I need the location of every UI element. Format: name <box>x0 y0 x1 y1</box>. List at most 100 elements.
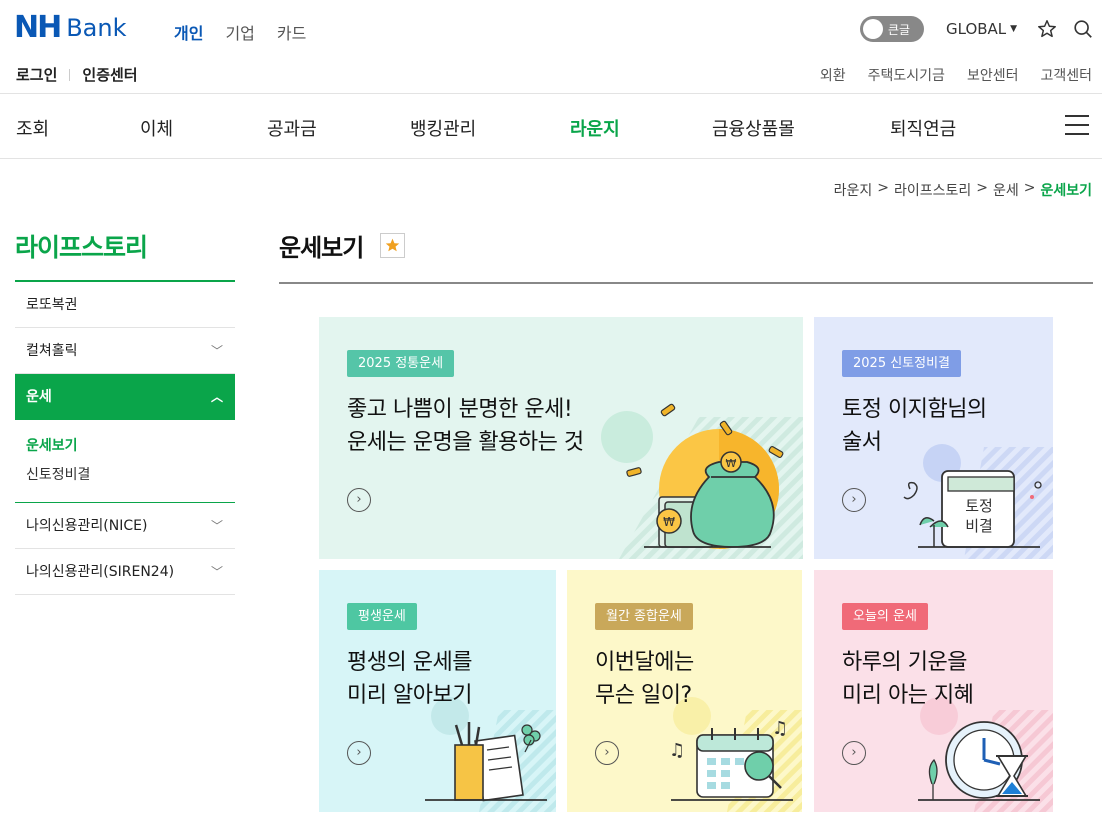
card-lifetime-fortune[interactable]: 평생운세 평생의 운세를 미리 알아보기 › <box>319 570 556 812</box>
lnb-sub-tojeong[interactable]: 신토정비결 <box>26 461 235 490</box>
card-line: 하루의 기운을 <box>842 650 967 675</box>
card-text: 좋고 나쁨이 분명한 운세! 운세는 운명을 활용하는 것 <box>347 393 584 459</box>
card-text: 이번달에는 무슨 일이? <box>595 646 694 712</box>
lnb-item-lotto[interactable]: 로또복권 <box>15 282 235 328</box>
svg-text:₩: ₩ <box>726 457 737 470</box>
svg-text:₩: ₩ <box>663 515 675 529</box>
lnb-item-label: 나의신용관리(NICE) <box>26 518 148 534</box>
large-text-label: 큰글 <box>888 23 911 37</box>
card-badge: 오늘의 운세 <box>842 603 928 630</box>
gnb-lounge[interactable]: 라운지 <box>570 115 620 141</box>
breadcrumb-separator: > <box>1023 180 1036 196</box>
chevron-right-icon[interactable]: › <box>347 741 371 765</box>
card-text: 토정 이지함님의 술서 <box>842 393 987 459</box>
card-badge: 2025 신토정비결 <box>842 350 962 377</box>
chevron-down-icon: ﹀ <box>210 519 223 533</box>
global-navigation: 조회 이체 공과금 뱅킹관리 라운지 금융상품몰 퇴직연금 <box>0 94 1102 159</box>
card-badge: 2025 정통운세 <box>347 350 455 377</box>
card-line: 미리 아는 지혜 <box>842 683 974 708</box>
search-icon[interactable] <box>1072 18 1094 40</box>
top-bar: NH Bank 개인 기업 카드 큰글 GLOBAL ▼ <box>0 0 1102 58</box>
page-title: 운세보기 <box>279 234 364 262</box>
certificate-center-link[interactable]: 인증센터 <box>82 64 137 85</box>
breadcrumb-lounge[interactable]: 라운지 <box>834 180 873 200</box>
sub-bar: 로그인 인증센터 외환 주택도시기금 보안센터 고객센터 <box>0 58 1102 94</box>
global-menu-button[interactable]: GLOBAL ▼ <box>946 20 1017 38</box>
breadcrumb: 라운지 > 라이프스토리 > 운세 > 운세보기 <box>834 180 1092 200</box>
gnb-banking-management[interactable]: 뱅킹관리 <box>410 115 476 141</box>
chevron-right-icon[interactable]: › <box>595 741 619 765</box>
lnb-item-label: 운세 <box>26 389 52 405</box>
gnb-utility-bills[interactable]: 공과금 <box>267 115 317 141</box>
favorites-star-icon[interactable] <box>1036 18 1058 40</box>
svg-text:♫: ♫ <box>772 718 788 739</box>
toggle-knob <box>863 19 883 39</box>
utility-links: 외환 주택도시기금 보안센터 고객센터 <box>820 65 1092 85</box>
lnb-sub-fortune-view[interactable]: 운세보기 <box>26 432 235 461</box>
logo-bank-text: Bank <box>66 14 127 42</box>
chevron-down-icon: ﹀ <box>210 565 223 579</box>
gnb-financial-products[interactable]: 금융상품몰 <box>712 115 795 141</box>
card-2025-fortune[interactable]: ₩ ₩ 2025 정통운세 좋고 나쁨이 분명한 운세! 운세는 운명을 활용하… <box>319 317 803 559</box>
card-line: 술서 <box>842 430 882 455</box>
caret-down-icon: ▼ <box>1010 24 1018 34</box>
gnb-retirement-pension[interactable]: 퇴직연금 <box>890 115 956 141</box>
segment-tab-business[interactable]: 기업 <box>225 20 254 44</box>
card-line: 무슨 일이? <box>595 683 692 708</box>
lnb-item-fortune[interactable]: 운세 ︿ <box>15 374 235 420</box>
util-link-exchange[interactable]: 외환 <box>820 65 846 85</box>
lnb-item-credit-siren24[interactable]: 나의신용관리(SIREN24) ﹀ <box>15 549 235 595</box>
svg-text:♫: ♫ <box>669 740 685 761</box>
card-text: 하루의 기운을 미리 아는 지혜 <box>842 646 974 712</box>
card-badge: 평생운세 <box>347 603 417 630</box>
nh-bank-logo[interactable]: NH Bank <box>14 12 127 44</box>
lnb-item-label: 로또복권 <box>26 297 78 313</box>
breadcrumb-fortune[interactable]: 운세 <box>993 180 1019 200</box>
gnb-transfer[interactable]: 이체 <box>140 115 173 141</box>
menu-icon[interactable] <box>1065 114 1089 136</box>
local-navigation: 로또복권 컬쳐홀릭 ﹀ 운세 ︿ 운세보기 신토정비결 나의신용관리(NICE)… <box>15 280 235 595</box>
card-badge: 월간 종합운세 <box>595 603 693 630</box>
chevron-down-icon: ﹀ <box>210 344 223 358</box>
add-favorite-star-icon[interactable] <box>380 233 405 258</box>
card-line: 운세는 운명을 활용하는 것 <box>347 430 584 455</box>
book-title-line2: 비결 <box>965 517 993 535</box>
login-links: 로그인 인증센터 <box>16 64 138 85</box>
breadcrumb-lifestory[interactable]: 라이프스토리 <box>894 180 971 200</box>
customer-segment-tabs: 개인 기업 카드 <box>174 20 306 44</box>
card-line: 미리 알아보기 <box>347 683 472 708</box>
breadcrumb-separator: > <box>976 180 988 196</box>
global-label: GLOBAL <box>946 20 1007 38</box>
card-today-fortune[interactable]: 오늘의 운세 하루의 기운을 미리 아는 지혜 › <box>814 570 1053 812</box>
lnb-item-culture[interactable]: 컬쳐홀릭 ﹀ <box>15 328 235 374</box>
gnb-inquiry[interactable]: 조회 <box>16 115 49 141</box>
card-line: 토정 이지함님의 <box>842 397 987 422</box>
chevron-up-icon: ︿ <box>210 390 223 404</box>
lnb-title: 라이프스토리 <box>15 233 148 262</box>
chevron-right-icon[interactable]: › <box>347 488 371 512</box>
lnb-item-label: 나의신용관리(SIREN24) <box>26 564 175 580</box>
breadcrumb-separator: > <box>877 180 889 196</box>
chevron-right-icon[interactable]: › <box>842 741 866 765</box>
card-text: 평생의 운세를 미리 알아보기 <box>347 646 472 712</box>
lnb-item-credit-nice[interactable]: 나의신용관리(NICE) ﹀ <box>15 503 235 549</box>
util-link-customer-center[interactable]: 고객센터 <box>1040 65 1092 85</box>
util-link-housing-fund[interactable]: 주택도시기금 <box>868 65 945 85</box>
card-line: 좋고 나쁨이 분명한 운세! <box>347 397 573 422</box>
logo-nh-text: NH <box>14 10 62 45</box>
book-title-line1: 토정 <box>965 497 993 515</box>
lnb-submenu-fortune: 운세보기 신토정비결 <box>15 420 235 503</box>
large-text-toggle[interactable]: 큰글 <box>860 16 924 42</box>
segment-tab-personal[interactable]: 개인 <box>174 20 203 44</box>
segment-tab-card[interactable]: 카드 <box>277 20 306 44</box>
card-monthly-fortune[interactable]: ♫ ♫ 월간 종합운세 이번달에는 무슨 일이? › <box>567 570 802 812</box>
card-line: 평생의 운세를 <box>347 650 472 675</box>
lnb-item-label: 컬쳐홀릭 <box>26 343 78 359</box>
breadcrumb-current: 운세보기 <box>1040 183 1092 199</box>
card-line: 이번달에는 <box>595 650 694 675</box>
util-link-security-center[interactable]: 보안센터 <box>967 65 1019 85</box>
divider <box>69 68 71 81</box>
login-link[interactable]: 로그인 <box>16 64 57 85</box>
card-tojeong[interactable]: 토정 비결 2025 신토정비결 토정 이지함님의 술서 › <box>814 317 1053 559</box>
chevron-right-icon[interactable]: › <box>842 488 866 512</box>
